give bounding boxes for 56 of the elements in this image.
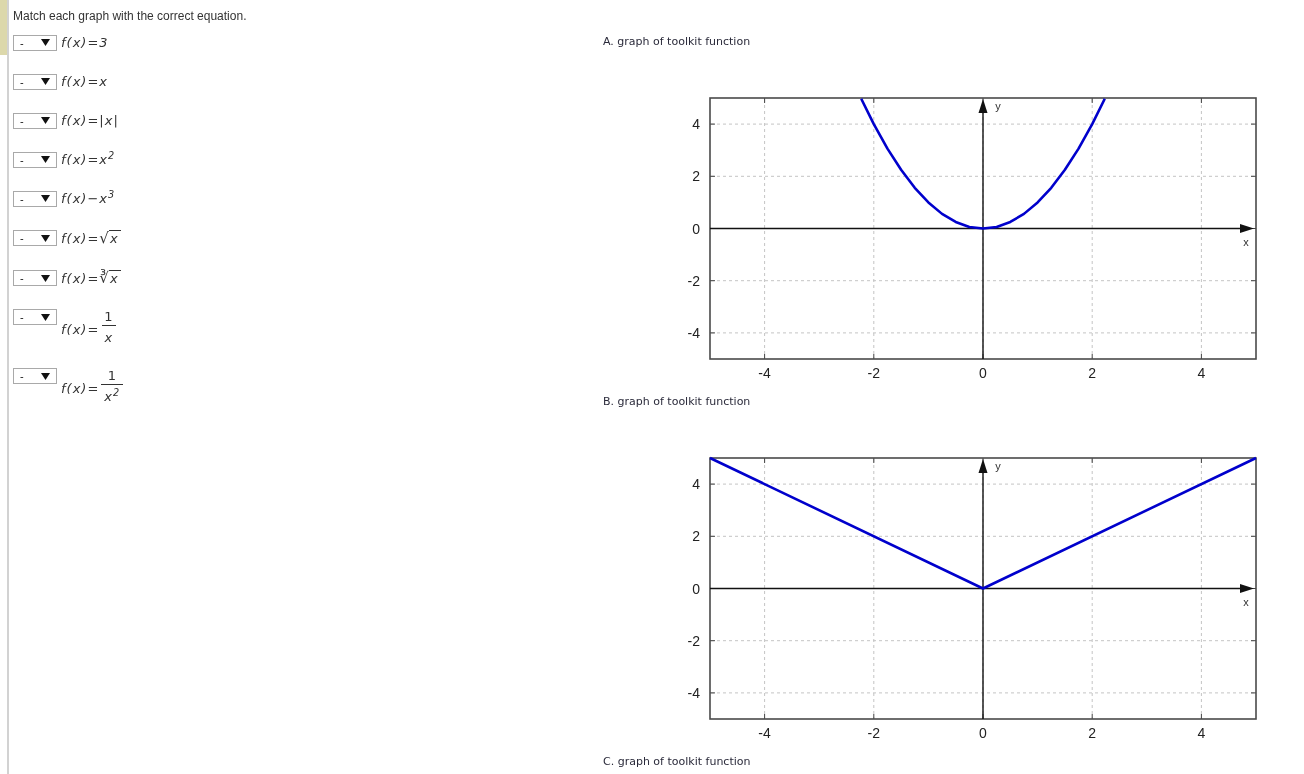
tick-label: -2 — [867, 725, 881, 741]
tick-label: 2 — [1088, 365, 1097, 381]
dropdown-select[interactable]: - — [13, 309, 57, 325]
dropdown-select[interactable]: - — [13, 230, 57, 246]
equation-text: f(x)= 1 x — [61, 309, 117, 346]
dropdown-select[interactable]: - — [13, 190, 57, 207]
tick-label: -2 — [867, 365, 881, 381]
equation-text: f(x)=x$^{2}$ — [61, 151, 116, 168]
equation-text: f(x)=√x — [61, 229, 121, 247]
tick-label: 2 — [692, 528, 700, 545]
dropdown-select[interactable]: - — [13, 270, 57, 286]
caret-icon — [41, 195, 50, 202]
equation-text: f(x)−x$^{3}$ — [61, 190, 116, 207]
tick-label: 0 — [979, 365, 987, 381]
axis-label: x — [1243, 595, 1249, 608]
caret-icon — [41, 313, 50, 321]
tick-label: -4 — [758, 365, 771, 381]
tick-label: 2 — [692, 168, 700, 185]
equation-text: f(x)=x — [61, 73, 108, 90]
graph-caption: C. graph of toolkit function — [603, 756, 751, 768]
tick-label: -2 — [687, 272, 700, 289]
axis-label: x — [1243, 235, 1249, 248]
caret-icon — [41, 372, 50, 380]
tick-label: 4 — [1197, 725, 1206, 741]
equation-text: f(x)= 1 x$^{2}$ — [61, 368, 124, 405]
dropdown-select[interactable]: - — [13, 151, 57, 168]
tick-label: -4 — [758, 725, 771, 741]
tick-label: 0 — [979, 725, 987, 741]
equation-text: f(x)=3 — [61, 34, 109, 51]
dropdown-select[interactable]: - — [13, 73, 57, 90]
dropdown-select[interactable]: - — [13, 368, 57, 384]
instruction-text: Match each graph with the correct equation. — [13, 9, 247, 23]
axis-label: y — [995, 100, 1001, 112]
axis-label: y — [995, 460, 1001, 472]
caret-icon — [41, 234, 50, 242]
dropdown-select[interactable]: - — [13, 112, 57, 129]
dropdown-select[interactable]: - — [13, 34, 57, 51]
tick-label: 2 — [1088, 725, 1097, 741]
graph-caption: A. graph of toolkit function — [603, 36, 751, 48]
tick-label: -4 — [687, 324, 700, 341]
caret-icon — [41, 78, 50, 85]
tick-label: -2 — [687, 632, 700, 649]
tick-label: 4 — [692, 476, 700, 493]
tick-label: 0 — [692, 220, 700, 237]
caret-icon — [41, 156, 50, 163]
caret-icon — [41, 117, 50, 124]
tick-label: -4 — [687, 684, 700, 701]
tick-label: 4 — [1197, 365, 1206, 381]
tick-label: 4 — [692, 116, 700, 133]
equation-text: f(x)=|x| — [61, 112, 119, 129]
caret-icon — [41, 39, 50, 46]
left-edge-bar — [0, 0, 7, 55]
caret-icon — [41, 274, 50, 282]
equation-text: f(x)=∛x — [61, 269, 121, 287]
tick-label: 0 — [692, 580, 700, 597]
graph-caption: B. graph of toolkit function — [603, 396, 751, 408]
